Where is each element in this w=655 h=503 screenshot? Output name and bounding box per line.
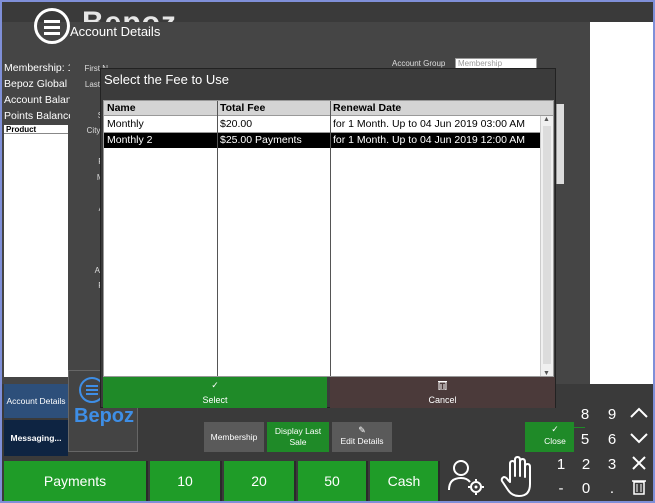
- right-blank-area: [590, 22, 653, 382]
- account-balance-label: Account Balanc: [4, 94, 70, 106]
- check-icon: ✓: [211, 380, 219, 390]
- key-3[interactable]: 3: [600, 453, 624, 477]
- cancel-label: Cancel: [428, 395, 457, 405]
- key-2[interactable]: 2: [574, 453, 598, 477]
- display-last-sale-button[interactable]: Display Last Sale: [267, 422, 329, 452]
- hand-stop-button[interactable]: [494, 454, 542, 501]
- bepoz-menu-icon[interactable]: [34, 8, 70, 44]
- user-settings-button[interactable]: [443, 454, 491, 501]
- row-fee: $25.00 Payments: [220, 134, 302, 146]
- key-8[interactable]: 8: [574, 403, 596, 427]
- key-minus[interactable]: -: [549, 477, 573, 501]
- window-title: Account Details: [70, 24, 161, 39]
- global-label: Bepoz Global: [4, 78, 68, 90]
- select-button[interactable]: ✓ Select: [103, 377, 327, 408]
- row-renewal: for 1 Month. Up to 04 Jun 2019 12:00 AM: [333, 134, 526, 146]
- edit-details-label: Edit Details: [340, 436, 384, 446]
- edit-details-button[interactable]: ✎ Edit Details: [332, 422, 392, 452]
- messaging-button[interactable]: Messaging...: [4, 420, 68, 456]
- select-fee-dialog: Select the Fee to Use Name Total Fee Ren…: [100, 68, 556, 408]
- membership-button[interactable]: Membership: [204, 422, 264, 452]
- column-name[interactable]: Name: [104, 101, 217, 116]
- column-divider: [330, 101, 331, 376]
- row-renewal: for 1 Month. Up to 04 Jun 2019 03:00 AM: [333, 118, 526, 130]
- key-5[interactable]: 5: [574, 428, 596, 452]
- account-summary: Membership: 1 Bepoz Global Account Balan…: [4, 62, 70, 126]
- product-list[interactable]: Product: [4, 125, 68, 377]
- bepoz-logo-text: Bepoz: [74, 405, 134, 427]
- key-1[interactable]: 1: [549, 453, 573, 477]
- key-0[interactable]: 0: [574, 477, 598, 501]
- column-renewal-date[interactable]: Renewal Date: [330, 101, 542, 116]
- delete-trash-icon[interactable]: [627, 477, 651, 501]
- account-details-button[interactable]: Account Details: [4, 384, 68, 418]
- row-fee: $20.00: [220, 118, 253, 130]
- grid-scrollbar[interactable]: ▲ ▼: [540, 116, 553, 376]
- select-label: Select: [202, 395, 228, 405]
- product-header: Product: [4, 125, 68, 134]
- row-name: Monthly 2: [107, 134, 153, 146]
- grid-header: Name Total Fee Renewal Date: [104, 101, 553, 116]
- scroll-up-icon[interactable]: ▲: [543, 116, 550, 123]
- cash-button[interactable]: Cash: [370, 461, 440, 501]
- row-name: Monthly: [107, 118, 144, 130]
- table-row-selected[interactable]: Monthly 2 $25.00 Payments for 1 Month. U…: [104, 133, 540, 148]
- user-gear-icon: [448, 460, 484, 495]
- scroll-down-icon[interactable]: ▼: [543, 370, 550, 376]
- trash-icon: [330, 380, 555, 391]
- arrow-down-icon[interactable]: [627, 428, 651, 452]
- clear-x-icon[interactable]: [627, 453, 651, 477]
- payments-button[interactable]: Payments: [4, 461, 148, 501]
- arrow-up-icon[interactable]: [627, 403, 651, 427]
- pencil-icon: ✎: [358, 425, 366, 435]
- fee-grid: Name Total Fee Renewal Date Monthly $20.…: [103, 100, 554, 377]
- account-group-label: Account Group: [392, 59, 446, 68]
- key-9[interactable]: 9: [600, 403, 624, 427]
- table-row[interactable]: Monthly $20.00 for 1 Month. Up to 04 Jun…: [104, 117, 540, 132]
- column-total-fee[interactable]: Total Fee: [217, 101, 330, 116]
- column-divider: [217, 101, 218, 376]
- key-6[interactable]: 6: [600, 428, 624, 452]
- membership-label: Membership: 1: [4, 62, 70, 74]
- key-dot[interactable]: .: [600, 477, 624, 501]
- pos-header-strip: [231, 2, 653, 22]
- amount-20-button[interactable]: 20: [224, 461, 296, 501]
- hand-icon: [500, 456, 531, 497]
- scroll-thumb[interactable]: [543, 126, 551, 364]
- amount-50-button[interactable]: 50: [298, 461, 368, 501]
- account-scrollbar[interactable]: [556, 104, 564, 184]
- points-balance-label: Points Balance:: [4, 110, 70, 122]
- dialog-title: Select the Fee to Use: [104, 72, 230, 87]
- cancel-button[interactable]: Cancel: [330, 377, 555, 408]
- amount-10-button[interactable]: 10: [150, 461, 222, 501]
